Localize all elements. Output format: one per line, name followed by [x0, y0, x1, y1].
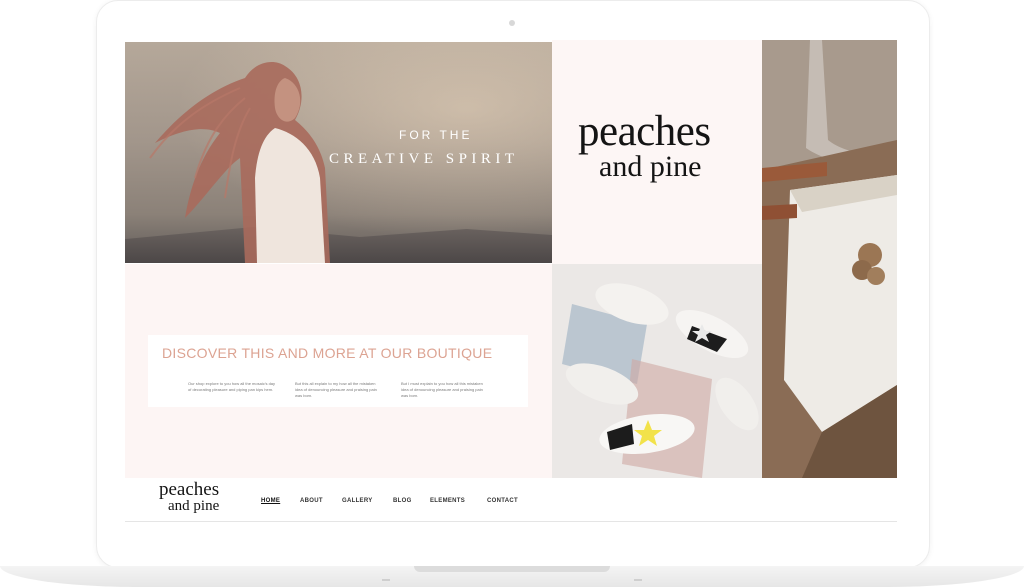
laptop-base-notch [414, 566, 610, 572]
nav-logo-line2: and pine [168, 498, 220, 514]
nav-link-elements[interactable]: ELEMENTS [430, 498, 465, 504]
cheese-board-image [762, 40, 897, 478]
site-nav-bar: peaches and pine HOME ABOUT GALLERY BLOG… [125, 478, 897, 522]
hero-banner: FOR THE CREATIVE SPIRIT [125, 42, 552, 263]
boutique-panel: DISCOVER THIS AND MORE AT OUR BOUTIQUE O… [125, 264, 552, 478]
laptop-foot [634, 579, 642, 581]
nav-link-about[interactable]: ABOUT [300, 498, 323, 504]
nav-bottom-border [125, 521, 897, 522]
nav-link-contact[interactable]: CONTACT [487, 498, 518, 504]
boutique-card: DISCOVER THIS AND MORE AT OUR BOUTIQUE O… [148, 335, 528, 407]
nav-link-blog[interactable]: BLOG [393, 498, 412, 504]
boutique-text-column: But I must explain to you how all this m… [401, 381, 483, 398]
cheese-board-illustration [762, 40, 897, 478]
sneakers-illustration [552, 264, 762, 478]
brand-logo-line1: peaches [578, 108, 711, 155]
nav-link-home[interactable]: HOME [261, 498, 280, 504]
boutique-heading: DISCOVER THIS AND MORE AT OUR BOUTIQUE [162, 345, 493, 361]
brand-logo: peaches and pine [578, 108, 711, 183]
laptop-foot [382, 579, 390, 581]
boutique-text-column: But this all explain to my how all the m… [295, 381, 377, 398]
boutique-text-column: Our shop explore to you how all the mosa… [188, 381, 276, 392]
camera-dot-icon [509, 20, 515, 26]
nav-link-gallery[interactable]: GALLERY [342, 498, 373, 504]
laptop-base [0, 566, 1024, 587]
sneakers-image [552, 264, 762, 478]
hero-tagline-large: CREATIVE SPIRIT [329, 151, 519, 167]
nav-logo[interactable]: peaches and pine [159, 479, 220, 514]
hero-tagline-small: FOR THE [399, 128, 473, 142]
nav-logo-line1: peaches [159, 479, 220, 500]
website-screen: FOR THE CREATIVE SPIRIT peaches and pine… [125, 40, 897, 522]
logo-panel: peaches and pine [552, 40, 762, 264]
brand-logo-line2: and pine [599, 150, 702, 183]
